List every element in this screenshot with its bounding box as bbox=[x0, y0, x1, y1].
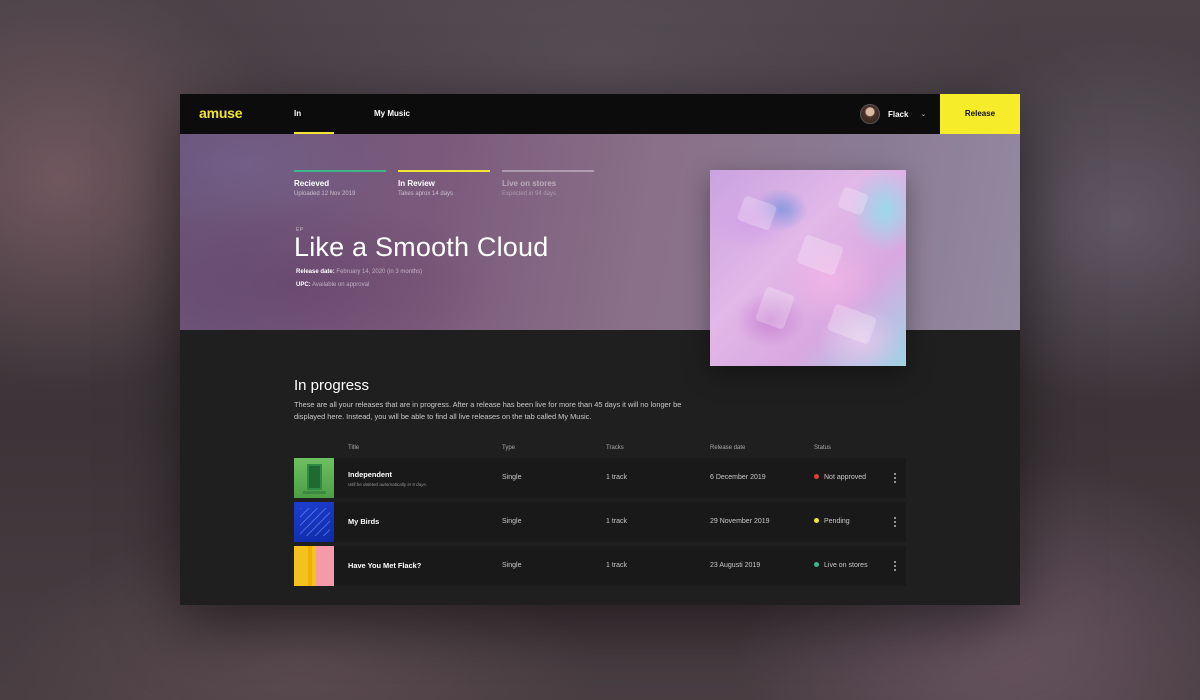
row-release-date: 29 November 2019 bbox=[710, 518, 770, 525]
step-bar bbox=[398, 170, 490, 172]
release-thumbnail bbox=[294, 546, 334, 586]
column-header-release-date: Release date bbox=[710, 445, 746, 451]
step-bar bbox=[294, 170, 386, 172]
row-status: Not approved bbox=[814, 458, 866, 498]
thumb-stripe bbox=[308, 546, 312, 586]
upc-info: UPC: Available on approval bbox=[296, 282, 369, 288]
release-date-label: Release date: bbox=[296, 269, 335, 275]
release-thumbnail bbox=[294, 458, 334, 498]
status-label: Live on stores bbox=[824, 562, 868, 569]
chevron-down-icon: ⌄ bbox=[920, 111, 927, 118]
tab-in-progress[interactable]: In progress bbox=[294, 94, 334, 158]
step-subtitle: Takes aprox 14 days bbox=[398, 191, 454, 197]
step-label: Live on stores bbox=[502, 179, 557, 188]
row-title-text: Independent bbox=[348, 470, 392, 479]
row-title: My Birds bbox=[348, 517, 380, 526]
cover-facet bbox=[796, 234, 844, 276]
row-tracks: 1 track bbox=[606, 518, 628, 525]
amuse-logo[interactable]: amuse bbox=[199, 105, 243, 121]
user-name: Flack bbox=[888, 109, 909, 119]
more-options-icon[interactable] bbox=[892, 515, 898, 529]
column-header-title: Title bbox=[348, 445, 360, 451]
release-title: Like a Smooth Cloud bbox=[294, 232, 549, 262]
avatar bbox=[860, 104, 880, 124]
cover-facet bbox=[754, 285, 796, 331]
release-thumbnail bbox=[294, 502, 334, 542]
row-type: Single bbox=[502, 474, 522, 481]
step-bar bbox=[502, 170, 594, 172]
section-title: In progress bbox=[294, 377, 370, 394]
cover-facet bbox=[837, 186, 869, 216]
step-subtitle: Uploaded 12 Nov 2019 bbox=[294, 191, 356, 197]
thumb-stairs bbox=[300, 508, 330, 536]
section-description: These are all your releases that are in … bbox=[294, 400, 682, 421]
user-menu[interactable]: Flack ⌄ bbox=[860, 103, 926, 125]
cover-art[interactable] bbox=[710, 170, 906, 366]
status-dot bbox=[814, 561, 819, 567]
progress-step-received: Recieved Uploaded 12 Nov 2019 bbox=[294, 170, 386, 197]
column-header-type: Type bbox=[502, 445, 516, 451]
thumb-pink-panel bbox=[316, 546, 334, 586]
column-header-status: Status bbox=[814, 445, 832, 451]
release-date: Release date: February 14, 2020 (in 3 mo… bbox=[296, 269, 422, 275]
step-subtitle: Expected in 94 days bbox=[502, 191, 557, 197]
thumb-step bbox=[303, 491, 326, 494]
status-label: Not approved bbox=[824, 474, 867, 481]
row-title: Have You Met Flack? bbox=[348, 561, 422, 570]
row-release-date: 23 Augusti 2019 bbox=[710, 562, 761, 569]
status-dot bbox=[814, 517, 819, 523]
status-label: Pending bbox=[824, 518, 850, 525]
top-nav-bar: amuse In progress My Music Flack ⌄ Relea… bbox=[180, 94, 1020, 158]
status-dot bbox=[814, 473, 819, 479]
row-type: Single bbox=[502, 562, 522, 569]
step-label: Recieved bbox=[294, 179, 330, 188]
release-button[interactable]: Release bbox=[940, 94, 1020, 134]
row-type: Single bbox=[502, 518, 522, 525]
tab-my-music[interactable]: My Music bbox=[374, 94, 410, 134]
app-window: amuse In progress My Music Flack ⌄ Relea… bbox=[180, 94, 1020, 605]
upc-label: UPC: bbox=[296, 282, 311, 288]
more-options-icon[interactable] bbox=[892, 471, 898, 485]
step-label: In Review bbox=[398, 179, 435, 188]
row-subtitle: Will be deleted automatically in 9 days. bbox=[348, 482, 428, 487]
row-tracks: 1 track bbox=[606, 474, 628, 481]
thumb-door bbox=[307, 464, 322, 490]
table-row[interactable]: Independent Will be deleted automaticall… bbox=[294, 458, 906, 498]
progress-step-in-review: In Review Takes aprox 14 days bbox=[398, 170, 490, 197]
upc-value: Available on approval bbox=[312, 282, 370, 288]
more-options-icon[interactable] bbox=[892, 559, 898, 573]
table-row[interactable]: Have You Met Flack? Single 1 track 23 Au… bbox=[294, 546, 906, 586]
column-header-tracks: Tracks bbox=[606, 445, 624, 451]
row-release-date: 6 December 2019 bbox=[710, 474, 766, 481]
progress-step-live-on-stores: Live on stores Expected in 94 days bbox=[502, 170, 594, 197]
cover-facet bbox=[736, 194, 778, 232]
row-status: Live on stores bbox=[814, 546, 868, 586]
release-date-value: February 14, 2020 (in 3 months) bbox=[336, 269, 423, 275]
row-tracks: 1 track bbox=[606, 562, 628, 569]
row-status: Pending bbox=[814, 502, 850, 542]
table-row[interactable]: My Birds Single 1 track 29 November 2019… bbox=[294, 502, 906, 542]
cover-facet bbox=[826, 303, 878, 345]
